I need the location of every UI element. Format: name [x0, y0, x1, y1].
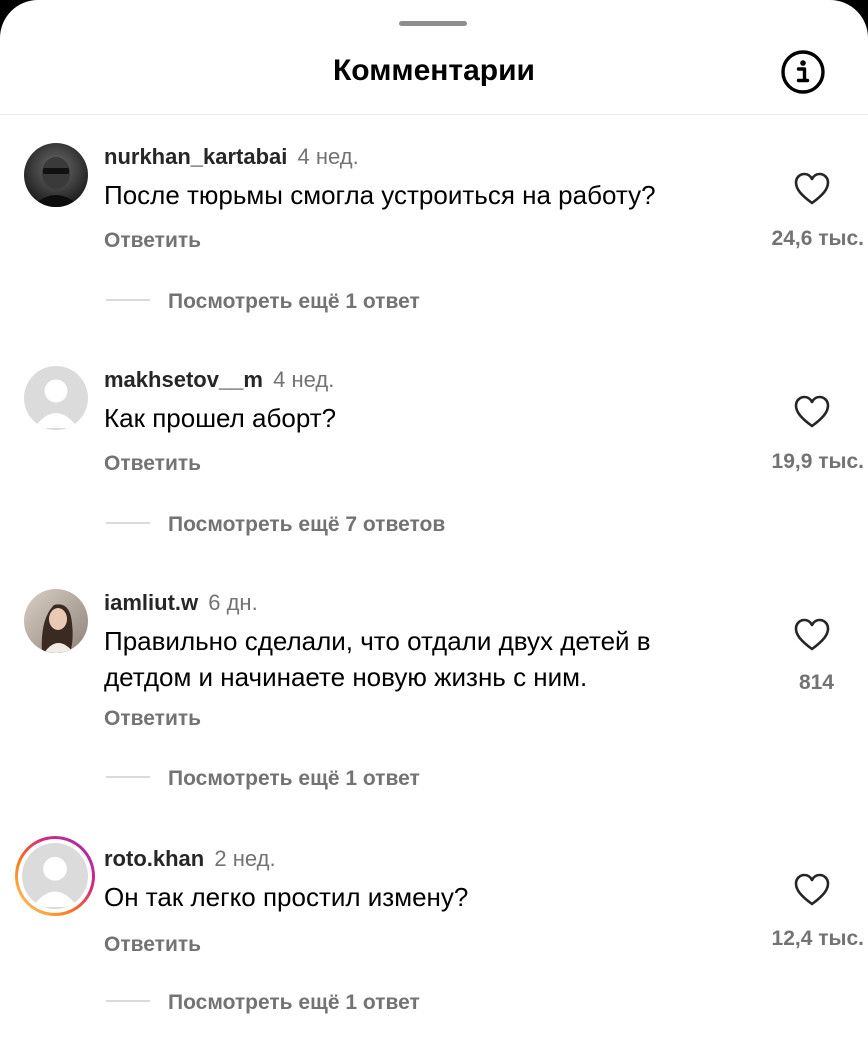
comment-item: roto.khan 2 нед. Он так легко простил из…	[0, 836, 868, 1060]
avatar[interactable]	[24, 366, 88, 430]
avatar	[22, 843, 88, 909]
heart-outline-icon[interactable]	[793, 617, 831, 653]
comment-meta: iamliut.w 6 дн.	[104, 589, 258, 617]
comment-item: nurkhan_kartabai 4 нед. После тюрьмы смо…	[0, 143, 868, 363]
timestamp: 4 нед.	[297, 144, 359, 169]
divider-line	[106, 1000, 150, 1003]
comment-text: После тюрьмы смогла устроиться на работу…	[104, 180, 656, 210]
comment-text: Как прошел аборт?	[104, 403, 337, 433]
view-more-replies[interactable]: Посмотреть ещё 1 ответ	[106, 288, 420, 316]
avatar[interactable]	[24, 143, 88, 207]
timestamp: 4 нед.	[273, 367, 335, 392]
view-more-label: Посмотреть ещё 1 ответ	[168, 767, 420, 790]
comments-header: Комментарии	[0, 0, 868, 115]
like-count: 24,6 тыс.	[771, 227, 864, 250]
view-more-label: Посмотреть ещё 1 ответ	[168, 991, 420, 1014]
comment-text: Правильно сделали, что отдали двух детей…	[104, 626, 651, 692]
view-more-label: Посмотреть ещё 7 ответов	[168, 513, 446, 536]
view-more-replies[interactable]: Посмотреть ещё 1 ответ	[106, 989, 420, 1017]
divider-line	[106, 776, 150, 779]
divider-line	[106, 299, 150, 302]
username[interactable]: roto.khan	[104, 846, 204, 871]
heart-outline-icon[interactable]	[793, 171, 831, 207]
reply-button[interactable]: Ответить	[104, 227, 201, 255]
reply-button[interactable]: Ответить	[104, 705, 201, 733]
username[interactable]: makhsetov__m	[104, 367, 263, 392]
timestamp: 2 нед.	[214, 846, 276, 871]
view-more-replies[interactable]: Посмотреть ещё 1 ответ	[106, 765, 420, 793]
reply-button[interactable]: Ответить	[104, 450, 201, 478]
comment-meta: roto.khan 2 нед.	[104, 845, 276, 873]
comments-sheet: Комментарии nurkhan_kartabai 4 нед. Посл…	[0, 0, 868, 1060]
timestamp: 6 дн.	[208, 590, 258, 615]
like-count: 814	[798, 671, 834, 694]
comment-item: iamliut.w 6 дн. Правильно сделали, что о…	[0, 589, 868, 829]
comment-meta: nurkhan_kartabai 4 нед.	[104, 143, 359, 171]
username[interactable]: iamliut.w	[104, 590, 198, 615]
page-title: Комментарии	[332, 54, 536, 87]
username[interactable]: nurkhan_kartabai	[104, 144, 287, 169]
heart-outline-icon[interactable]	[793, 394, 831, 430]
view-more-replies[interactable]: Посмотреть ещё 7 ответов	[106, 511, 445, 539]
comment-meta: makhsetov__m 4 нед.	[104, 366, 334, 394]
avatar-story-ring[interactable]	[15, 836, 95, 916]
info-icon[interactable]	[779, 48, 827, 96]
avatar[interactable]	[24, 589, 88, 653]
like-count: 12,4 тыс.	[771, 927, 864, 950]
comment-text: Он так легко простил измену?	[104, 882, 469, 912]
reply-button[interactable]: Ответить	[104, 931, 201, 959]
like-count: 19,9 тыс.	[771, 450, 864, 473]
view-more-label: Посмотреть ещё 1 ответ	[168, 290, 420, 313]
divider-line	[106, 522, 150, 525]
comment-item: makhsetov__m 4 нед. Как прошел аборт? От…	[0, 366, 868, 586]
heart-outline-icon[interactable]	[793, 872, 831, 908]
